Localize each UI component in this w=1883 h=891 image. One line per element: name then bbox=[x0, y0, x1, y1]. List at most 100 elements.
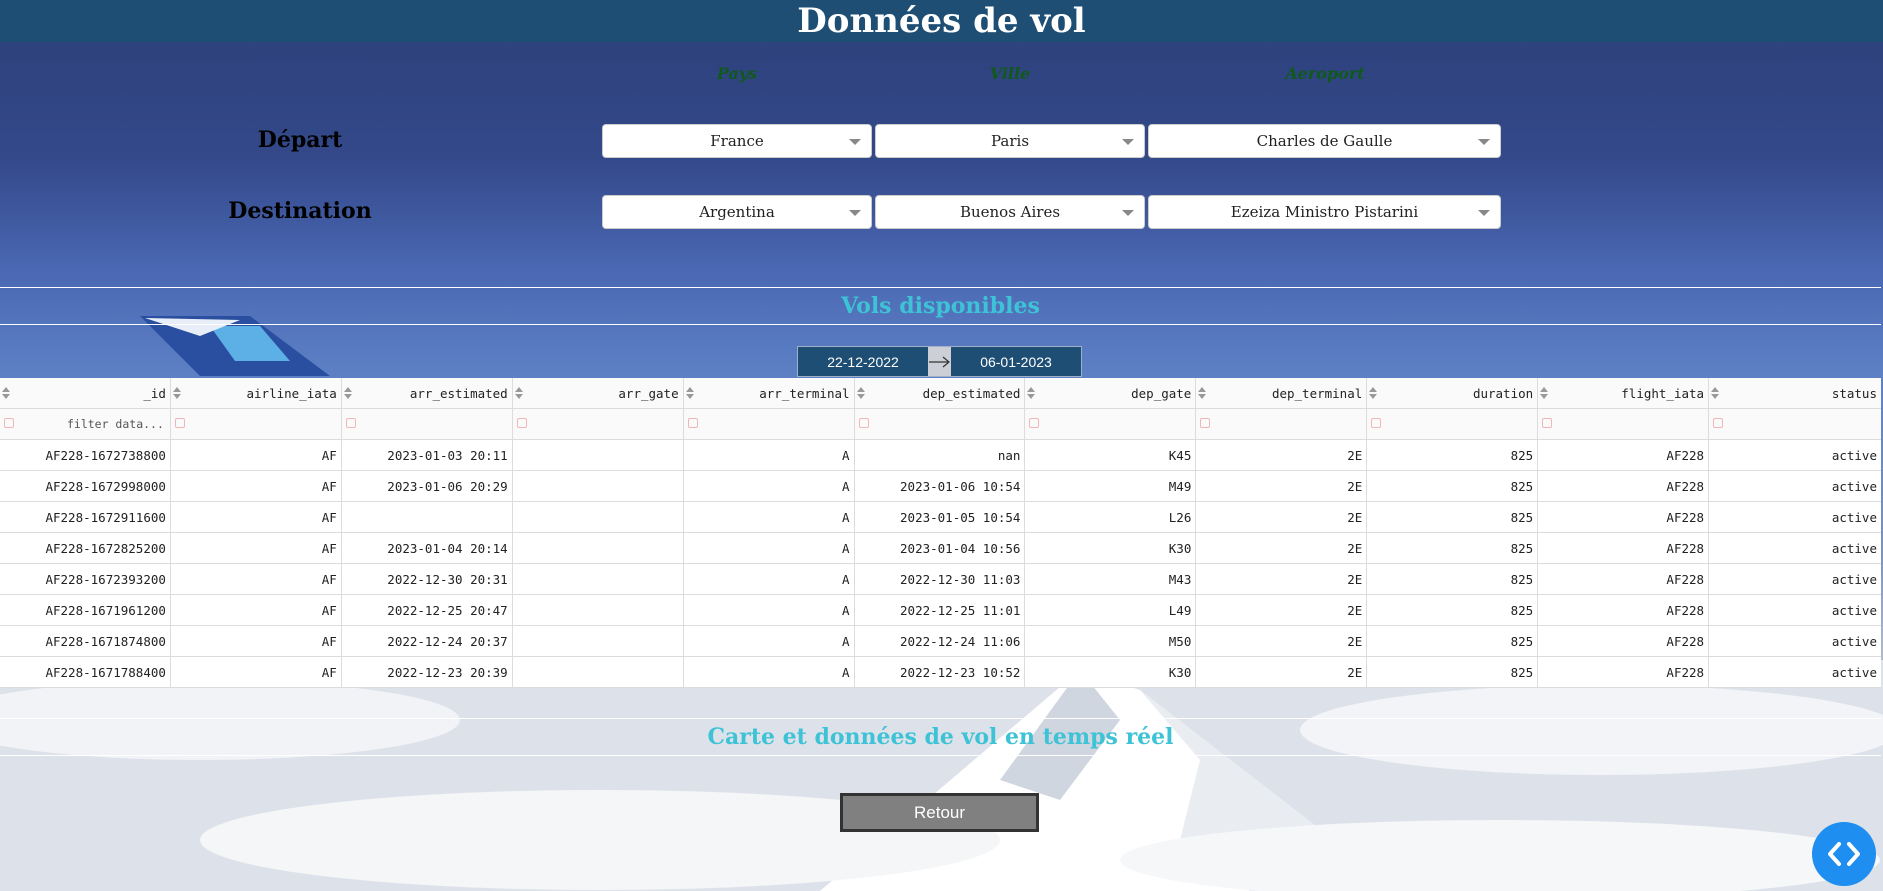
table-cell-dep-terminal[interactable]: 2E bbox=[1196, 533, 1368, 563]
table-cell-dep-estimated[interactable]: 2023-01-05 10:54 bbox=[855, 502, 1026, 532]
destination-airport-dropdown[interactable]: Ezeiza Ministro Pistarini bbox=[1148, 195, 1501, 229]
table-cell-arr-terminal[interactable]: A bbox=[684, 657, 855, 687]
table-cell-arr-estimated[interactable]: 2023-01-03 20:11 bbox=[342, 440, 513, 470]
table-cell-arr-terminal[interactable]: A bbox=[684, 533, 855, 563]
sort-icon[interactable] bbox=[856, 387, 865, 399]
table-cell-arr-gate[interactable] bbox=[513, 657, 684, 687]
filter-input-placeholder[interactable]: filter data... bbox=[67, 417, 164, 431]
table-cell-arr-estimated[interactable]: 2023-01-06 20:29 bbox=[342, 471, 513, 501]
filter-toggle-icon[interactable] bbox=[1542, 418, 1553, 428]
filter-toggle-icon[interactable] bbox=[858, 418, 869, 428]
table-cell-airline-iata[interactable]: AF bbox=[171, 502, 342, 532]
column-filter-cell[interactable] bbox=[1709, 409, 1881, 439]
sort-icon[interactable] bbox=[343, 387, 352, 399]
column-filter-cell[interactable]: filter data... bbox=[0, 409, 171, 439]
table-cell-arr-terminal[interactable]: A bbox=[684, 471, 855, 501]
table-cell-duration[interactable]: 825 bbox=[1367, 626, 1539, 656]
filter-toggle-icon[interactable] bbox=[345, 418, 356, 428]
table-cell-dep-gate[interactable]: L26 bbox=[1025, 502, 1197, 532]
table-cell-arr-gate[interactable] bbox=[513, 564, 684, 594]
table-cell-id[interactable]: AF228-1672911600 bbox=[0, 502, 171, 532]
table-cell-id[interactable]: AF228-1672738800 bbox=[0, 440, 171, 470]
sort-icon[interactable] bbox=[1198, 387, 1207, 399]
table-cell-dep-gate[interactable]: M43 bbox=[1025, 564, 1197, 594]
table-cell-status[interactable]: active bbox=[1709, 471, 1881, 501]
table-cell-airline-iata[interactable]: AF bbox=[171, 440, 342, 470]
column-header-airline-iata[interactable]: airline_iata bbox=[170, 378, 342, 408]
filter-toggle-icon[interactable] bbox=[1200, 418, 1211, 428]
table-cell-dep-estimated[interactable]: 2022-12-23 10:52 bbox=[855, 657, 1026, 687]
end-date-input[interactable]: 06-01-2023 bbox=[951, 347, 1081, 376]
table-cell-dep-gate[interactable]: K30 bbox=[1025, 533, 1197, 563]
table-cell-dep-estimated[interactable]: 2023-01-04 10:56 bbox=[855, 533, 1026, 563]
sort-icon[interactable] bbox=[1369, 387, 1378, 399]
table-cell-duration[interactable]: 825 bbox=[1367, 533, 1539, 563]
table-cell-status[interactable]: active bbox=[1709, 440, 1881, 470]
table-cell-arr-estimated[interactable]: 2022-12-25 20:47 bbox=[342, 595, 513, 625]
table-cell-flight-iata[interactable]: AF228 bbox=[1538, 471, 1710, 501]
table-cell-dep-gate[interactable]: K45 bbox=[1025, 440, 1197, 470]
table-cell-airline-iata[interactable]: AF bbox=[171, 471, 342, 501]
table-cell-dep-terminal[interactable]: 2E bbox=[1196, 626, 1368, 656]
table-cell-duration[interactable]: 825 bbox=[1367, 657, 1539, 687]
sort-icon[interactable] bbox=[172, 387, 181, 399]
sort-icon[interactable] bbox=[1540, 387, 1549, 399]
table-cell-status[interactable]: active bbox=[1709, 533, 1881, 563]
table-cell-airline-iata[interactable]: AF bbox=[171, 533, 342, 563]
table-row[interactable]: AF228-1672738800 AF 2023-01-03 20:11 Anan K4… bbox=[0, 440, 1881, 471]
table-cell-flight-iata[interactable]: AF228 bbox=[1538, 533, 1710, 563]
table-cell-dep-gate[interactable]: M50 bbox=[1025, 626, 1197, 656]
table-cell-flight-iata[interactable]: AF228 bbox=[1538, 502, 1710, 532]
start-date-input[interactable]: 22-12-2022 bbox=[798, 347, 928, 376]
column-header-duration[interactable]: duration bbox=[1367, 378, 1539, 408]
table-cell-arr-terminal[interactable]: A bbox=[684, 595, 855, 625]
table-cell-dep-terminal[interactable]: 2E bbox=[1196, 595, 1368, 625]
filter-toggle-icon[interactable] bbox=[4, 418, 14, 428]
table-cell-id[interactable]: AF228-1672393200 bbox=[0, 564, 171, 594]
table-cell-duration[interactable]: 825 bbox=[1367, 440, 1539, 470]
table-cell-flight-iata[interactable]: AF228 bbox=[1538, 657, 1710, 687]
table-cell-dep-gate[interactable]: K30 bbox=[1025, 657, 1197, 687]
column-header-flight-iata[interactable]: flight_iata bbox=[1538, 378, 1710, 408]
table-cell-status[interactable]: active bbox=[1709, 595, 1881, 625]
column-header-dep-terminal[interactable]: dep_terminal bbox=[1196, 378, 1368, 408]
table-cell-arr-terminal[interactable]: A bbox=[684, 440, 855, 470]
table-cell-id[interactable]: AF228-1671874800 bbox=[0, 626, 171, 656]
table-cell-dep-estimated[interactable]: 2022-12-25 11:01 bbox=[855, 595, 1026, 625]
column-filter-cell[interactable] bbox=[341, 409, 513, 439]
sort-icon[interactable] bbox=[685, 387, 694, 399]
table-cell-dep-terminal[interactable]: 2E bbox=[1196, 564, 1368, 594]
table-cell-duration[interactable]: 825 bbox=[1367, 595, 1539, 625]
column-header-arr-gate[interactable]: arr_gate bbox=[512, 378, 684, 408]
column-filter-cell[interactable] bbox=[1025, 409, 1197, 439]
table-cell-arr-terminal[interactable]: A bbox=[684, 626, 855, 656]
table-cell-dep-terminal[interactable]: 2E bbox=[1196, 471, 1368, 501]
filter-toggle-icon[interactable] bbox=[687, 418, 698, 428]
table-cell-dep-estimated[interactable]: nan bbox=[855, 440, 1026, 470]
column-header-arr-estimated[interactable]: arr_estimated bbox=[341, 378, 513, 408]
table-cell-duration[interactable]: 825 bbox=[1367, 502, 1539, 532]
table-cell-airline-iata[interactable]: AF bbox=[171, 595, 342, 625]
table-cell-id[interactable]: AF228-1672998000 bbox=[0, 471, 171, 501]
table-row[interactable]: AF228-1672393200 AF 2022-12-30 20:31 A 2022-… bbox=[0, 564, 1881, 595]
table-row[interactable]: AF228-1671788400 AF 2022-12-23 20:39 A 2022-… bbox=[0, 657, 1881, 688]
table-cell-arr-estimated[interactable] bbox=[342, 502, 513, 532]
column-filter-cell[interactable] bbox=[1196, 409, 1368, 439]
table-cell-arr-estimated[interactable]: 2023-01-04 20:14 bbox=[342, 533, 513, 563]
table-cell-arr-gate[interactable] bbox=[513, 502, 684, 532]
departure-city-dropdown[interactable]: Paris bbox=[875, 124, 1145, 158]
table-cell-flight-iata[interactable]: AF228 bbox=[1538, 626, 1710, 656]
sort-icon[interactable] bbox=[1027, 387, 1036, 399]
table-cell-airline-iata[interactable]: AF bbox=[171, 657, 342, 687]
column-header-id[interactable]: _id bbox=[0, 378, 171, 408]
table-cell-duration[interactable]: 825 bbox=[1367, 471, 1539, 501]
table-cell-dep-estimated[interactable]: 2023-01-06 10:54 bbox=[855, 471, 1026, 501]
table-cell-arr-gate[interactable] bbox=[513, 595, 684, 625]
table-row[interactable]: AF228-1672998000 AF 2023-01-06 20:29 A 2023-… bbox=[0, 471, 1881, 502]
sort-icon[interactable] bbox=[2, 387, 10, 399]
column-header-dep-estimated[interactable]: dep_estimated bbox=[854, 378, 1026, 408]
filter-toggle-icon[interactable] bbox=[516, 418, 527, 428]
column-header-status[interactable]: status bbox=[1709, 378, 1881, 408]
table-cell-arr-gate[interactable] bbox=[513, 626, 684, 656]
column-filter-cell[interactable] bbox=[512, 409, 684, 439]
